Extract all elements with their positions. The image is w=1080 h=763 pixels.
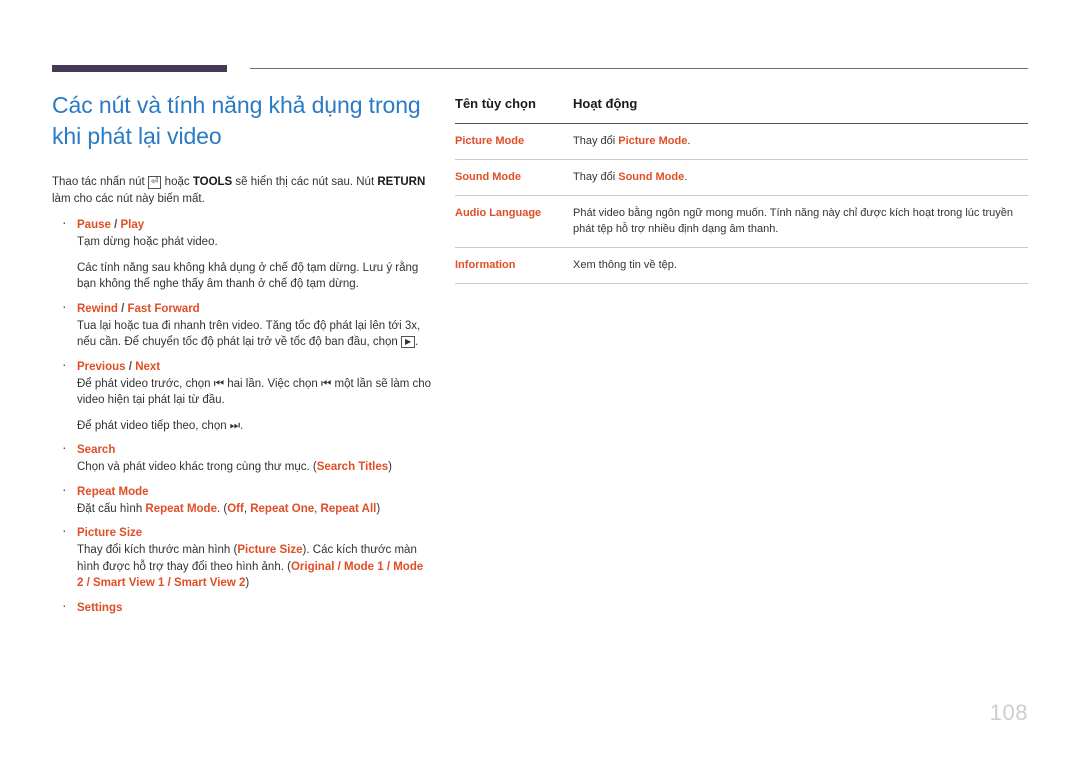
feature-title-b: Fast Forward [127,302,200,315]
list-item: Settings [52,597,432,616]
option-repeat-all: Repeat All [320,502,377,515]
desc-before: Thay đổi [573,135,619,147]
intro-text-3: sẽ hiển thị các nút sau. Nút [235,176,375,188]
feature-text-after: ) [376,502,381,515]
desc-highlight: Sound Mode [618,171,685,183]
feature-paragraph: Chọn và phát video khác trong cùng thư m… [77,459,432,476]
table-row: Audio Language Phát video bằng ngôn ngữ … [455,195,1028,248]
table-row: Picture Mode Thay đổi Picture Mode. [455,123,1028,160]
feature-paragraph: Để phát video tiếp theo, chọn ⏭. [77,419,244,432]
feature-title-sep: / [121,302,125,315]
intro-paragraph: Thao tác nhấn nút ⏎ hoặc TOOLS sẽ hiển t… [52,174,430,207]
feature-title-b: Play [120,219,145,231]
search-titles-highlight: Search Titles [316,461,389,473]
feature-text-before: Đặt cấu hình [77,502,146,515]
feature-title: Rewind / Fast Forward [77,301,432,317]
desc-highlight: Picture Mode [618,135,688,147]
desc-after: . [687,135,691,147]
option-smart-view-2: Smart View 2 [173,577,246,589]
feature-paragraph: Tua lại hoặc tua đi nhanh trên video. Tă… [77,318,432,351]
table-row: Sound Mode Thay đổi Sound Mode. [455,159,1028,196]
feature-title-a: Repeat Mode [77,485,149,498]
intro-text-1: Thao tác nhấn nút [52,176,145,188]
option-description: Thay đổi Sound Mode. [573,159,1028,196]
desc-after: . [684,171,688,183]
option-off: Off [227,502,244,515]
option-name-audio-language: Audio Language [455,195,573,248]
tools-button-label: TOOLS [192,176,233,188]
feature-paragraph: Thay đổi kích thước màn hình (Picture Si… [77,544,424,589]
option-smart-view-1: Smart View 1 [93,577,165,589]
desc-before: Thay đổi [573,171,619,183]
feature-paragraph: Để phát video trước, chọn ⏮ hai lần. Việ… [77,377,432,407]
enter-key-icon: ⏎ [147,176,162,189]
feature-paragraph-text: Tua lại hoặc tua đi nhanh trên video. Tă… [77,319,421,349]
list-item: Picture Size Thay đổi kích thước màn hìn… [52,522,432,592]
feature-title: Settings [77,600,432,616]
feature-text-after: ) [388,461,392,473]
option-description: Thay đổi Picture Mode. [573,123,1028,160]
option-name-sound-mode: Sound Mode [455,159,573,196]
option-repeat-one: Repeat One [250,502,315,515]
feature-paragraph: Tạm dừng hoặc phát video. [77,236,218,248]
feature-paragraph: Các tính năng sau không khả dụng ở chế đ… [77,261,419,291]
feature-text-before: Chọn và phát video khác trong cùng thư m… [77,461,317,473]
feature-title: Previous / Next [77,359,432,375]
intro-text-2: hoặc [164,176,190,188]
repeat-mode-highlight: Repeat Mode [145,502,217,515]
feature-paragraph: Đặt cấu hình Repeat Mode. (Off, Repeat O… [77,502,381,515]
feature-title-a: Pause [77,219,111,231]
feature-title-sep: / [128,360,132,373]
header-rule [250,68,1028,69]
option-description: Phát video bằng ngôn ngữ mong muốn. Tính… [573,195,1028,248]
column-header-option-name: Tên tùy chọn [455,96,573,124]
feature-title-a: Previous [77,360,126,373]
header-accent-bar [52,65,227,72]
feature-text-mid: . ( [216,502,228,515]
list-item: Repeat Mode Đặt cấu hình Repeat Mode. (O… [52,481,432,518]
play-icon: ▶ [401,336,416,348]
page-number: 108 [989,700,1028,725]
page-title: Các nút và tính năng khả dụng trong khi … [52,92,421,149]
feature-list: Pause / Play Tạm dừng hoặc phát video. C… [52,214,432,616]
right-column: Tên tùy chọn Hoạt động Picture Mode Thay… [455,96,1028,284]
feature-title: Picture Size [77,525,432,541]
list-item: Search Chọn và phát video khác trong cùn… [52,439,432,476]
feature-title-sep: / [114,219,118,231]
return-button-label: RETURN [377,176,426,188]
table-header-row: Tên tùy chọn Hoạt động [455,96,1028,124]
option-description: Xem thông tin về tệp. [573,247,1028,284]
feature-title-a: Search [77,444,116,456]
feature-title-a: Picture Size [77,527,143,539]
list-item: Pause / Play Tạm dừng hoặc phát video. C… [52,214,432,293]
option-name-picture-mode: Picture Mode [455,123,573,160]
feature-text-before: Thay đổi kích thước màn hình ( [77,544,238,556]
options-table: Tên tùy chọn Hoạt động Picture Mode Thay… [455,96,1028,284]
picture-size-highlight: Picture Size [237,544,303,556]
feature-text-after: ) [245,577,250,589]
option-mode-1: Mode 1 [344,560,384,573]
option-original: Original [290,560,335,573]
intro-text-4: làm cho các nút này biến mất. [52,192,205,205]
column-header-operation: Hoạt động [573,96,1028,124]
feature-paragraph-tail: . [415,336,419,348]
feature-title-b: Next [135,360,161,373]
feature-title: Pause / Play [77,217,432,233]
feature-title: Search [77,442,432,458]
option-name-information: Information [455,247,573,284]
list-item: Previous / Next Để phát video trước, chọ… [52,356,432,435]
feature-title-a: Settings [77,601,123,614]
feature-title: Repeat Mode [77,484,432,500]
list-item: Rewind / Fast Forward Tua lại hoặc tua đ… [52,298,432,351]
left-column: Các nút và tính năng khả dụng trong khi … [52,90,432,624]
table-row: Information Xem thông tin về tệp. [455,247,1028,284]
feature-title-a: Rewind [77,302,118,315]
